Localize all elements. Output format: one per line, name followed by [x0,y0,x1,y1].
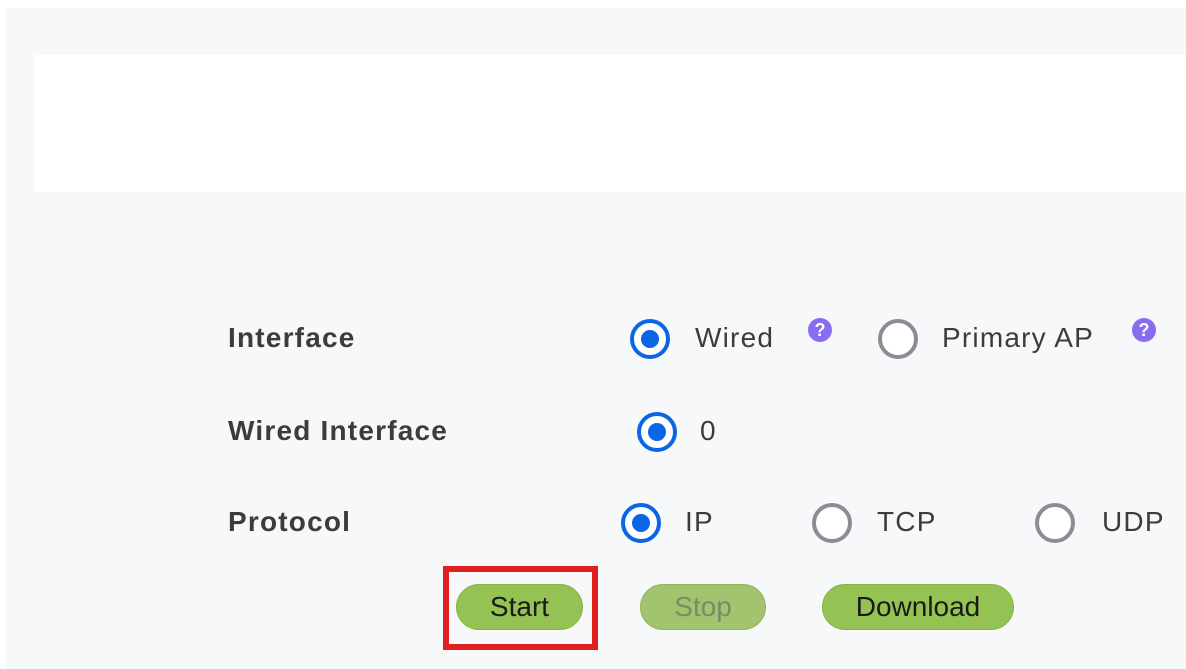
protocol-option-tcp[interactable]: TCP [877,508,937,536]
start-button[interactable]: Start [456,584,583,630]
interface-option-wired[interactable]: Wired [695,324,774,352]
protocol-option-ip[interactable]: IP [685,508,714,536]
radio-unchecked-icon [878,319,918,359]
interface-option-primary-ap[interactable]: Primary AP [942,324,1094,352]
radio-checked-icon [630,319,670,359]
radio-protocol-tcp[interactable] [812,503,852,543]
radio-wired-interface-0[interactable] [637,412,677,452]
interface-label: Interface [228,322,356,353]
radio-interface-primary-ap[interactable] [878,319,918,359]
protocol-option-udp[interactable]: UDP [1102,508,1165,536]
wired-help-icon[interactable]: ? [808,318,832,342]
radio-checked-icon [621,503,661,543]
radio-protocol-udp[interactable] [1035,503,1075,543]
radio-unchecked-icon [812,503,852,543]
radio-checked-icon [637,412,677,452]
radio-interface-wired[interactable] [630,319,670,359]
radio-unchecked-icon [1035,503,1075,543]
protocol-label: Protocol [228,506,352,537]
download-button[interactable]: Download [822,584,1014,630]
wired-interface-option-0[interactable]: 0 [700,417,717,445]
primary-ap-help-icon[interactable]: ? [1132,318,1156,342]
header-panel [34,55,1186,192]
stop-button[interactable]: Stop [640,584,766,630]
wired-interface-label: Wired Interface [228,415,449,446]
radio-protocol-ip[interactable] [621,503,661,543]
